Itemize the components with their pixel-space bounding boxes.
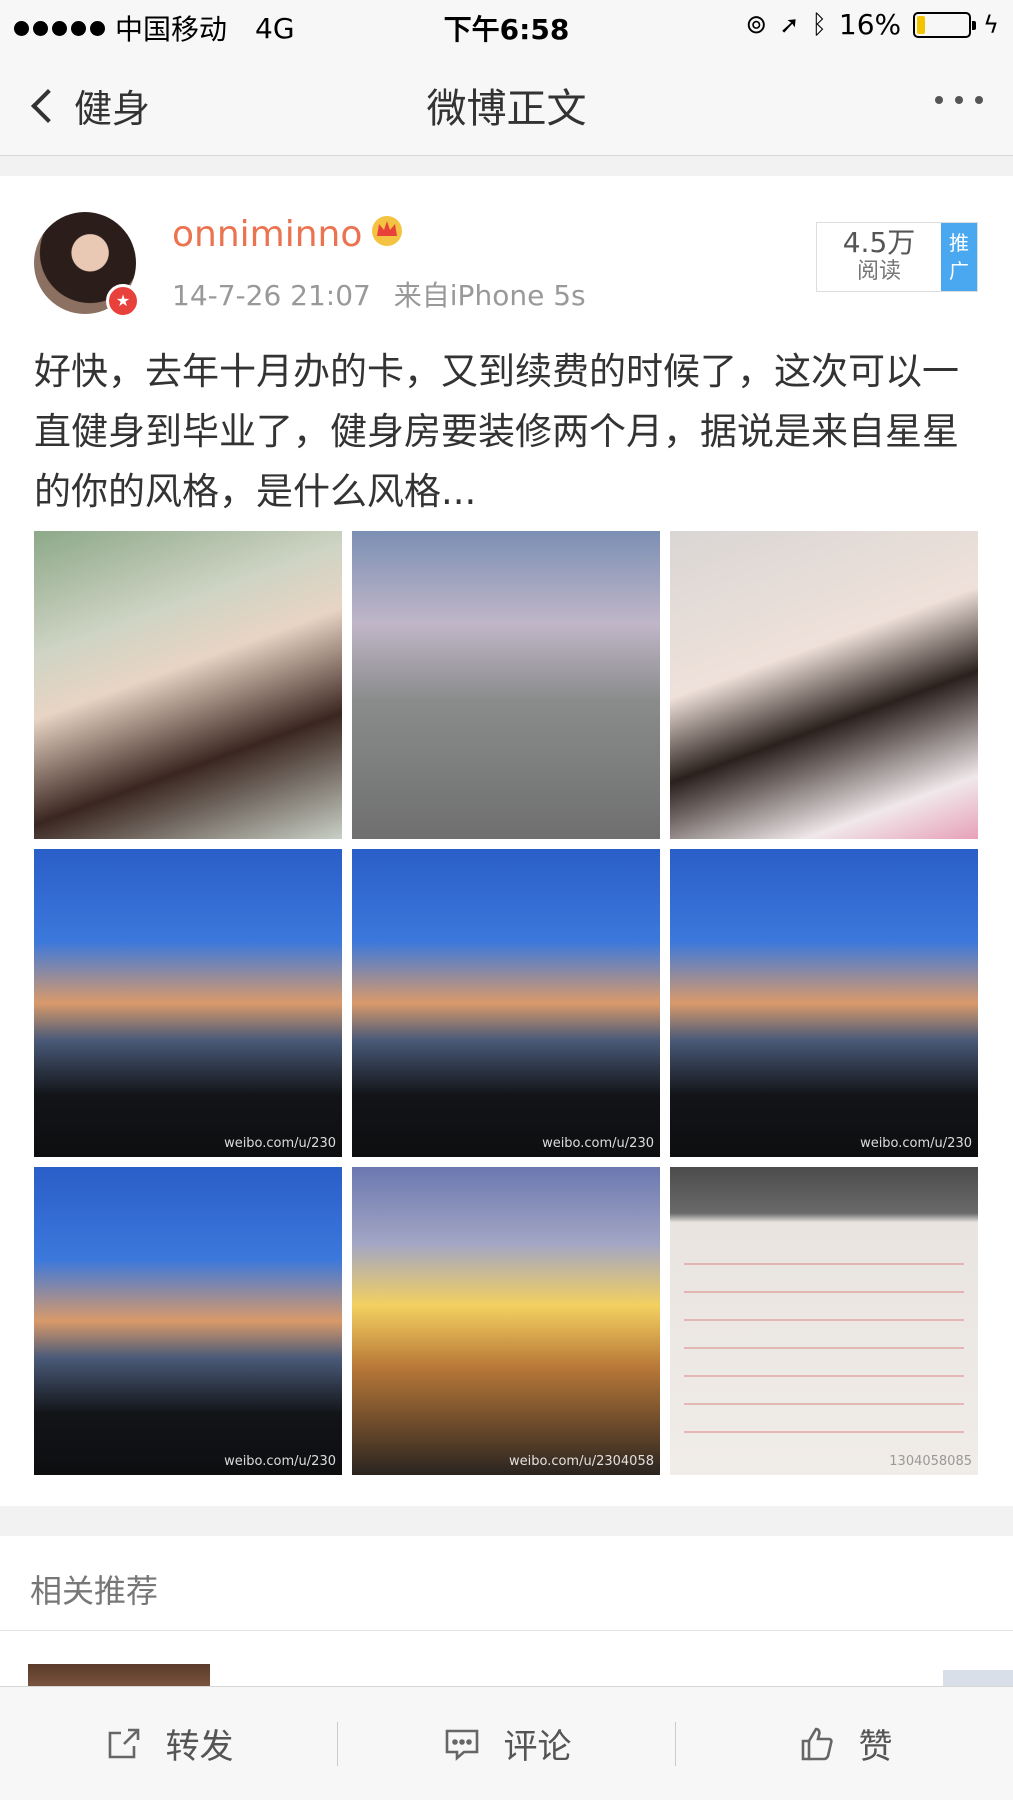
rotation-lock-icon: ⊚ [745, 9, 768, 40]
comment-icon [445, 1729, 478, 1761]
watermark: weibo.com/u/230 [224, 1454, 336, 1469]
watermark: weibo.com/u/230 [224, 1136, 336, 1151]
watermark: weibo.com/u/230 [860, 1136, 972, 1151]
read-count-number: 4.5万 [842, 226, 916, 259]
status-bar: 中国移动 4G 下午6:58 ⊚ ➚ ᛒ 16% ϟ [0, 0, 1013, 50]
share-icon [108, 1728, 139, 1758]
more-dot-icon [955, 96, 963, 104]
weibo-post: ★ onniminno 14-7-26 21:07 来自iPhone 5s 4.… [0, 176, 1013, 1506]
photo-grid: weibo.com/u/230 weibo.com/u/230 weibo.co… [34, 531, 979, 1475]
photo-thumbnail[interactable]: weibo.com/u/2304058 [352, 1167, 660, 1475]
page-title: 微博正文 [426, 86, 587, 132]
comment-button[interactable]: 评论 [338, 1719, 675, 1768]
battery-fill [917, 15, 926, 34]
post-text: 好快，去年十月办的卡，又到续费的时候了，这次可以一直健身到毕业了，健身房要装修两… [34, 350, 959, 513]
read-count-label: 阅读 [856, 259, 901, 284]
crown-icon [372, 216, 402, 246]
username[interactable]: onniminno [172, 214, 362, 255]
divider [0, 1630, 1013, 1631]
status-right: ⊚ ➚ ᛒ 16% ϟ [745, 8, 999, 41]
watermark: 1304058085 [889, 1454, 972, 1469]
like-button[interactable]: 赞 [676, 1719, 1013, 1768]
verified-badge-icon: ★ [106, 284, 140, 318]
repost-button[interactable]: 转发 [0, 1719, 337, 1768]
document-lines [684, 1237, 964, 1437]
photo-thumbnail[interactable]: weibo.com/u/230 [670, 849, 978, 1157]
more-dot-icon [975, 96, 983, 104]
photo-thumbnail[interactable]: weibo.com/u/230 [352, 849, 660, 1157]
more-options-button[interactable] [935, 96, 983, 104]
bottom-toolbar: 转发 评论 赞 [0, 1686, 1013, 1800]
battery-icon [913, 11, 977, 38]
photo-thumbnail[interactable] [670, 531, 978, 839]
more-dot-icon [935, 96, 943, 104]
charging-icon: ϟ [983, 10, 999, 39]
section-divider [0, 1506, 1013, 1536]
post-timestamp: 14-7-26 21:07 [172, 279, 371, 312]
navigation-bar: 健身 微博正文 [0, 50, 1013, 156]
watermark: weibo.com/u/2304058 [508, 1454, 654, 1469]
photo-thumbnail[interactable]: 1304058085 [670, 1167, 978, 1475]
bluetooth-icon: ᛒ [811, 9, 827, 40]
location-icon: ➚ [779, 10, 800, 39]
watermark: weibo.com/u/230 [542, 1136, 654, 1151]
related-title: 相关推荐 [30, 1572, 159, 1610]
thumbs-up-icon [801, 1727, 833, 1760]
photo-thumbnail[interactable] [352, 531, 660, 839]
comment-label: 评论 [503, 1727, 572, 1767]
post-meta: 14-7-26 21:07 来自iPhone 5s [172, 274, 586, 314]
photo-thumbnail[interactable] [34, 531, 342, 839]
photo-thumbnail[interactable]: weibo.com/u/230 [34, 849, 342, 1157]
repost-label: 转发 [165, 1727, 234, 1767]
battery-percent: 16% [838, 8, 902, 41]
post-source[interactable]: 来自iPhone 5s [394, 279, 586, 312]
like-label: 赞 [858, 1727, 893, 1767]
read-count-box: 4.5万 阅读 推广 [816, 222, 978, 292]
photo-thumbnail[interactable]: weibo.com/u/230 [34, 1167, 342, 1475]
promote-button[interactable]: 推广 [941, 223, 977, 291]
read-count: 4.5万 阅读 [817, 223, 941, 291]
